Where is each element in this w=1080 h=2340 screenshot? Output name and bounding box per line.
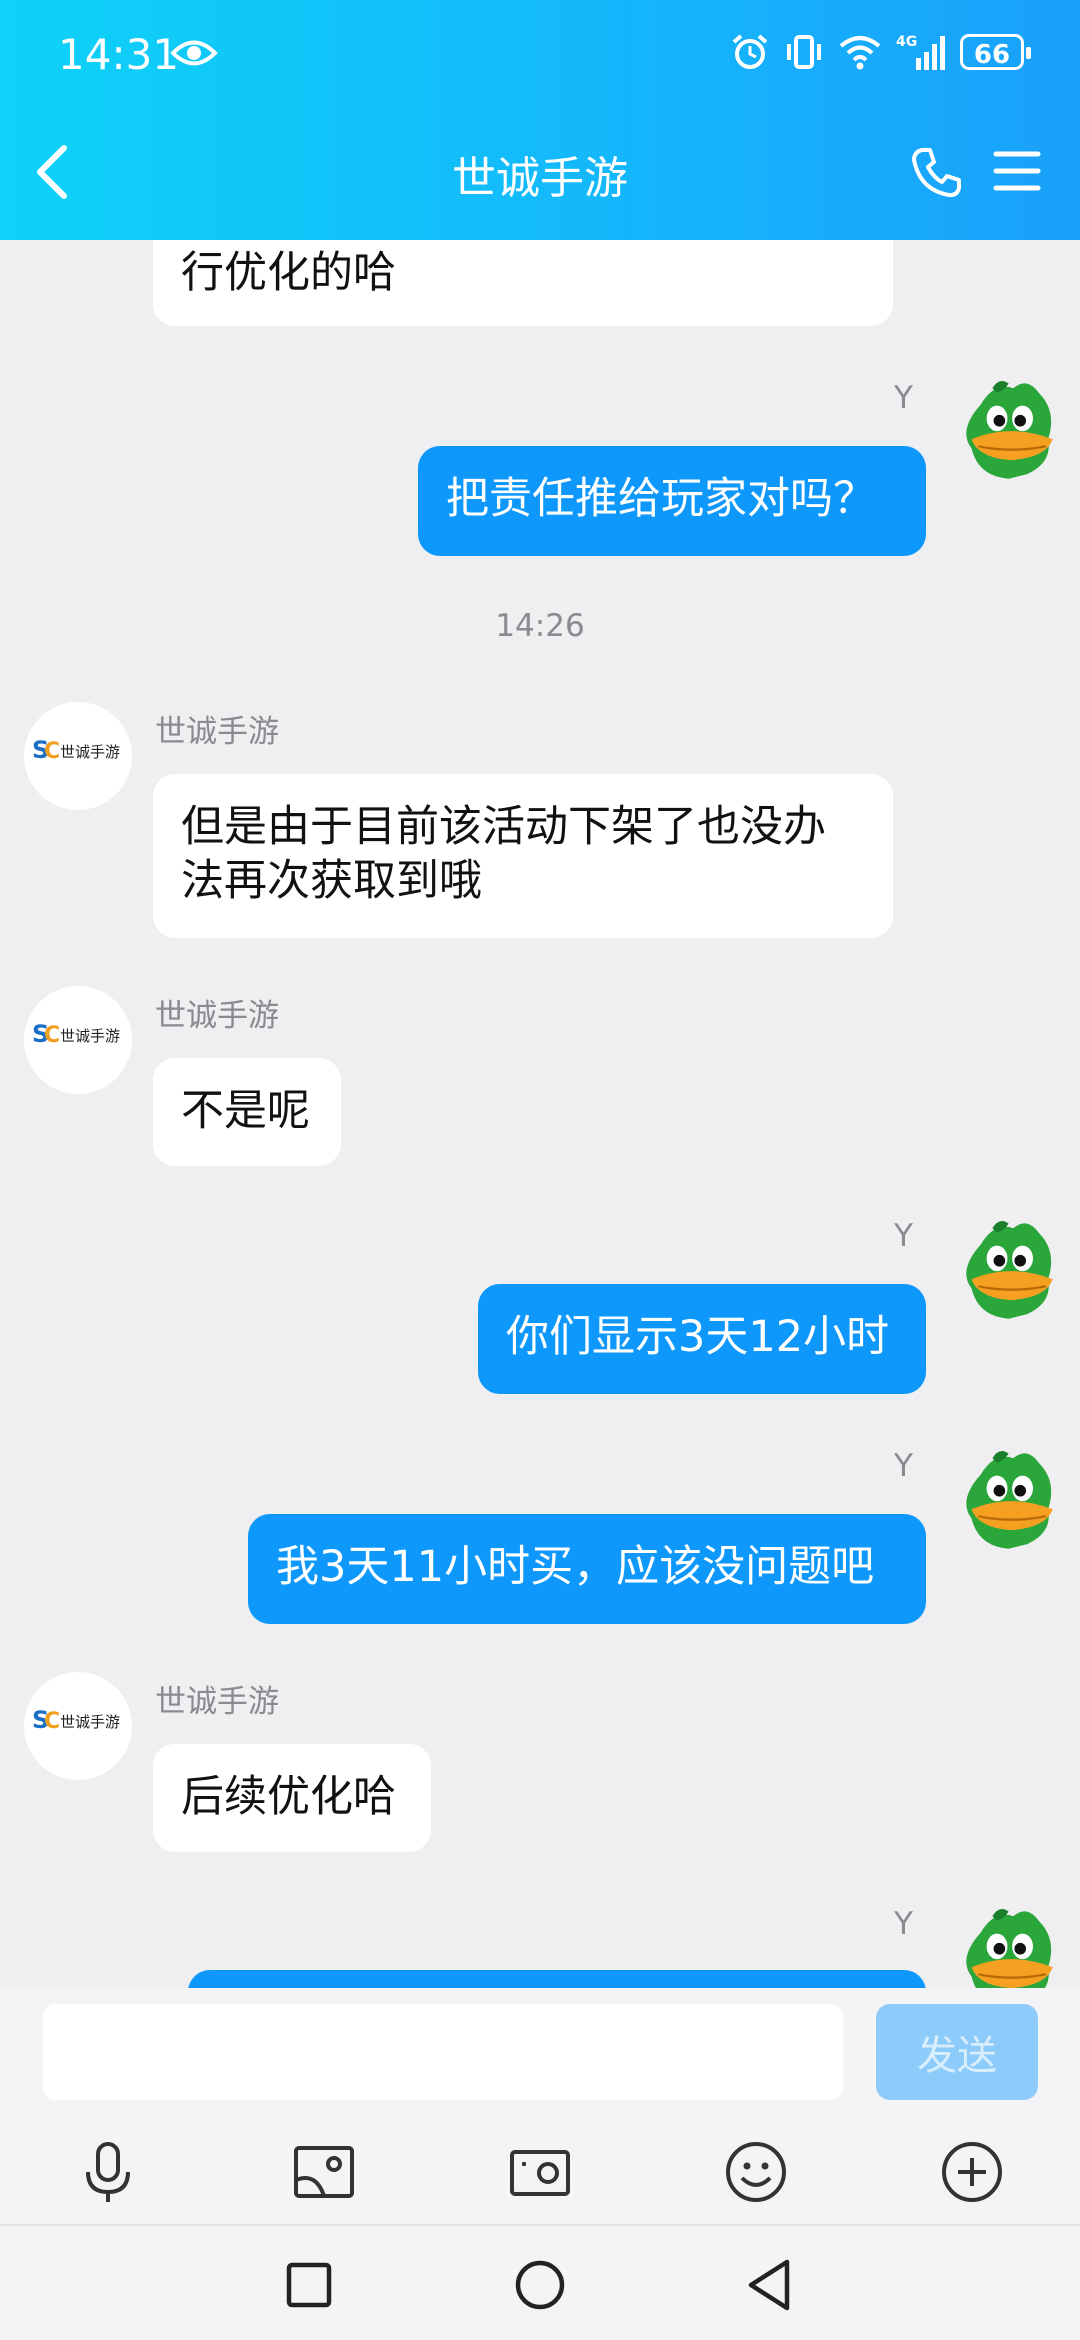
message-bubble[interactable]: 不是呢 xyxy=(153,1058,341,1166)
microphone-icon[interactable] xyxy=(72,2136,144,2208)
chat-header: 14:31 4G 66 世诚手游 xyxy=(0,0,1080,240)
back-nav-icon[interactable] xyxy=(735,2250,805,2320)
phone-icon[interactable] xyxy=(908,144,964,200)
contact-avatar[interactable]: S C 世诚手游 xyxy=(24,1672,132,1780)
recent-apps-icon[interactable] xyxy=(274,2250,344,2320)
menu-icon[interactable] xyxy=(992,148,1042,194)
status-time: 14:31 xyxy=(58,30,180,79)
home-icon[interactable] xyxy=(505,2250,575,2320)
message-bubble[interactable]: 后续优化哈 xyxy=(153,1744,431,1852)
battery-icon: 66 xyxy=(960,34,1031,70)
svg-text:C: C xyxy=(44,1709,60,1734)
svg-text:C: C xyxy=(44,1023,60,1048)
svg-text:世诚手游: 世诚手游 xyxy=(60,743,120,761)
send-button[interactable]: 发送 xyxy=(876,2004,1038,2100)
sender-name: Y xyxy=(894,1448,913,1484)
user-avatar[interactable] xyxy=(946,1442,1062,1558)
sender-name: 世诚手游 xyxy=(155,714,279,750)
message-bubble[interactable]: 我3天11小时买，应该没问题吧 xyxy=(248,1514,926,1624)
sender-name: Y xyxy=(894,1906,913,1942)
svg-text:世诚手游: 世诚手游 xyxy=(60,1027,120,1045)
image-icon[interactable] xyxy=(288,2136,360,2208)
message-bubble[interactable]: 把责任推给玩家对吗？ xyxy=(418,446,926,556)
sender-name: Y xyxy=(894,380,913,416)
plus-icon[interactable] xyxy=(936,2136,1008,2208)
message-bubble[interactable]: 你们显示3天12小时 xyxy=(478,1284,926,1394)
battery-level: 66 xyxy=(973,40,1011,70)
user-avatar[interactable] xyxy=(946,1212,1062,1328)
emoji-icon[interactable] xyxy=(720,2136,792,2208)
svg-text:C: C xyxy=(44,739,60,764)
camera-icon[interactable] xyxy=(504,2136,576,2208)
sender-name: 世诚手游 xyxy=(155,1684,279,1720)
svg-text:世诚手游: 世诚手游 xyxy=(60,1713,120,1731)
message-bubble[interactable] xyxy=(188,1970,926,1988)
timestamp: 14:26 xyxy=(495,608,585,644)
message-list[interactable]: 行优化的哈 Y 把责任推给玩家对吗？ 14:26 S C 世诚手游 世诚手游 但… xyxy=(0,0,1080,1988)
alarm-icon xyxy=(732,34,768,69)
wifi-icon xyxy=(839,36,881,70)
user-avatar[interactable] xyxy=(946,372,1062,488)
eye-icon xyxy=(170,40,218,66)
user-avatar[interactable] xyxy=(946,1900,1062,1988)
vibrate-icon xyxy=(787,35,821,69)
cellular-signal-icon: 4G xyxy=(896,34,945,70)
contact-avatar[interactable]: S C 世诚手游 xyxy=(24,986,132,1094)
sender-name: 世诚手游 xyxy=(155,998,279,1034)
sender-name: Y xyxy=(894,1218,913,1254)
message-input[interactable] xyxy=(43,2004,843,2100)
divider xyxy=(0,2224,1080,2226)
svg-text:4G: 4G xyxy=(896,34,917,50)
contact-avatar[interactable]: S C 世诚手游 xyxy=(24,702,132,810)
status-icons: 4G 66 xyxy=(730,30,1031,74)
message-bubble[interactable]: 但是由于目前该活动下架了也没办 法再次获取到哦 xyxy=(153,774,893,938)
